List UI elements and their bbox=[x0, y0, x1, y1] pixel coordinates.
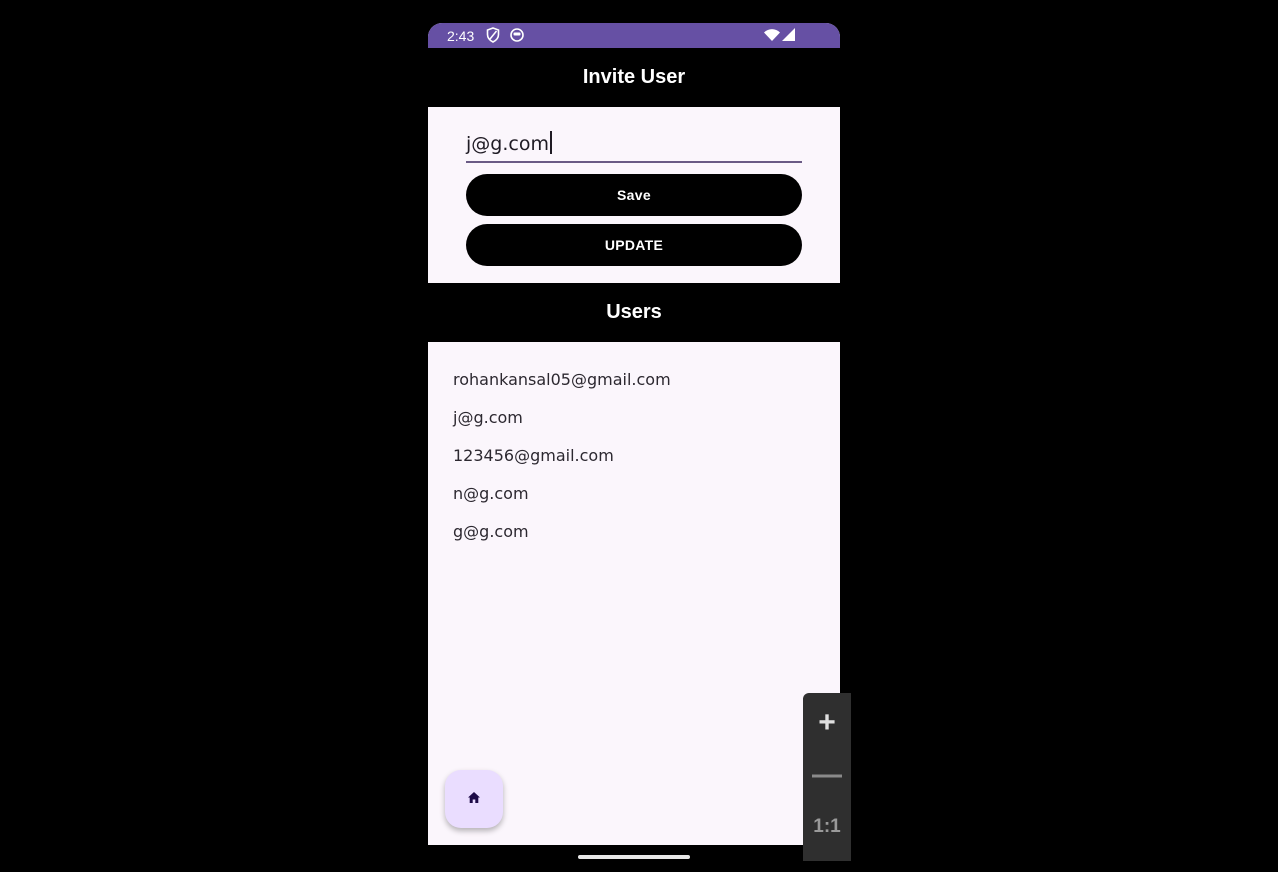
home-fab-button[interactable] bbox=[445, 770, 503, 828]
user-list-item[interactable]: 123456@gmail.com bbox=[453, 446, 614, 465]
wifi-icon bbox=[764, 28, 780, 45]
status-bar: 2:43 bbox=[428, 23, 840, 48]
users-title: Users bbox=[606, 301, 662, 323]
zoom-reset-button[interactable]: 1:1 bbox=[803, 803, 851, 851]
gesture-nav-bar[interactable] bbox=[578, 855, 690, 859]
invite-user-header: Invite User bbox=[428, 48, 840, 107]
phone-screen: 2:43 Invite User j@g.com Save UPDATE Use… bbox=[428, 23, 840, 845]
user-list-item[interactable]: j@g.com bbox=[453, 408, 523, 427]
zoom-out-button[interactable]: — bbox=[803, 751, 851, 799]
save-button-label: Save bbox=[617, 187, 651, 203]
update-button[interactable]: UPDATE bbox=[466, 224, 802, 266]
zoom-controls: + — 1:1 bbox=[803, 693, 851, 861]
users-header: Users bbox=[428, 283, 840, 342]
face-icon bbox=[509, 27, 525, 46]
page-title: Invite User bbox=[582, 66, 686, 88]
user-list-item[interactable]: rohankansal05@gmail.com bbox=[453, 370, 671, 389]
update-button-label: UPDATE bbox=[604, 237, 664, 253]
email-field-value: j@g.com bbox=[466, 133, 549, 155]
save-button[interactable]: Save bbox=[466, 174, 802, 216]
shield-icon bbox=[486, 27, 500, 46]
text-cursor bbox=[549, 131, 552, 154]
status-time: 2:43 bbox=[447, 28, 475, 44]
cell-signal-icon bbox=[782, 28, 795, 44]
zoom-in-button[interactable]: + bbox=[803, 699, 851, 747]
email-field[interactable]: j@g.com bbox=[466, 127, 802, 163]
user-list-item[interactable]: n@g.com bbox=[453, 484, 529, 503]
home-icon bbox=[468, 790, 480, 808]
user-list-item[interactable]: g@g.com bbox=[453, 522, 529, 541]
